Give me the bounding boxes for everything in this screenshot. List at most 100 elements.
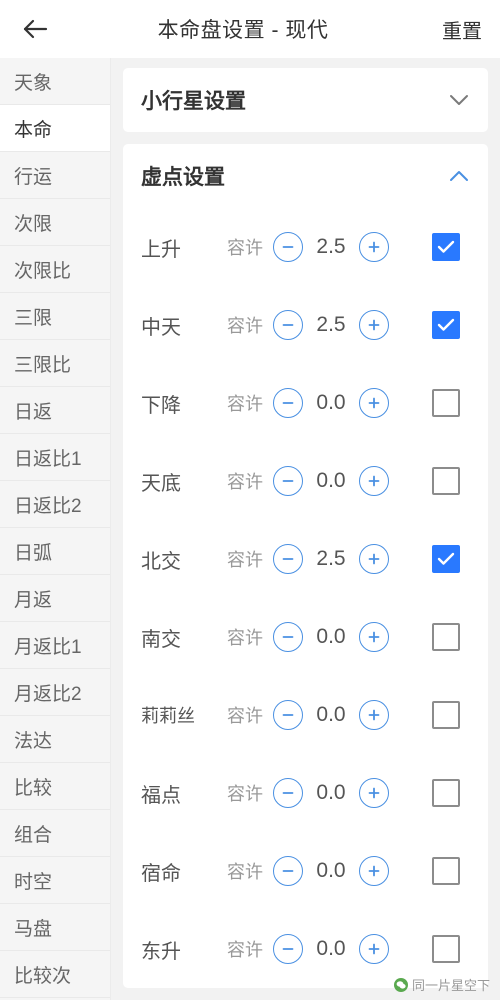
setting-row-label: 北交 [141,550,181,573]
sidebar-item[interactable]: 本命 [0,105,110,152]
enable-checkbox[interactable] [432,623,460,651]
orb-value: 0.0 [316,937,346,960]
enable-checkbox[interactable] [432,857,460,885]
orb-label: 容许 [227,394,263,414]
sidebar-item-label: 马盘 [14,918,53,940]
orb-label: 容许 [227,628,263,648]
sidebar-item[interactable]: 三限 [0,293,110,340]
sidebar-item-label: 时空 [14,871,53,893]
sidebar-item[interactable]: 三限比 [0,340,110,387]
setting-row: 上升 容许 2.5 [123,208,488,286]
decrement-button[interactable] [273,544,303,574]
increment-button[interactable] [359,622,389,652]
increment-button[interactable] [359,544,389,574]
orb-value: 0.0 [316,469,346,492]
card-header[interactable]: 虚点设置 [123,144,488,208]
setting-row: 福点 容许 0.0 [123,754,488,832]
sidebar-item[interactable]: 法达 [0,716,110,763]
sidebar-item[interactable]: 次限比 [0,246,110,293]
setting-row-label: 东升 [141,940,181,963]
enable-checkbox[interactable] [432,233,460,261]
orb-label: 容许 [227,316,263,336]
decrement-button[interactable] [273,856,303,886]
enable-checkbox[interactable] [432,701,460,729]
orb-value: 2.5 [316,235,346,258]
setting-row: 南交 容许 0.0 [123,598,488,676]
enable-checkbox[interactable] [432,311,460,339]
setting-row-label: 莉莉丝 [141,706,195,726]
decrement-button[interactable] [273,310,303,340]
page-title: 本命盘设置 - 现代 [157,19,329,42]
decrement-button[interactable] [273,700,303,730]
increment-button[interactable] [359,232,389,262]
sidebar-item[interactable]: 月返比1 [0,622,110,669]
sidebar-item-label: 本命 [14,119,53,141]
increment-button[interactable] [359,934,389,964]
setting-row: 北交 容许 2.5 [123,520,488,598]
chevron-up-icon[interactable] [448,165,470,187]
watermark-text: 同一片星空下 [411,978,490,993]
sidebar-item[interactable]: 月返 [0,575,110,622]
orb-value: 0.0 [316,625,346,648]
sidebar-item[interactable]: 时空 [0,857,110,904]
setting-row: 莉莉丝 容许 0.0 [123,676,488,754]
sidebar-item-label: 日返比2 [14,495,82,517]
card-header[interactable]: 小行星设置 [123,68,488,132]
increment-button[interactable] [359,700,389,730]
setting-row-label: 上升 [141,238,181,261]
enable-checkbox[interactable] [432,545,460,573]
decrement-button[interactable] [273,232,303,262]
orb-value: 0.0 [316,391,346,414]
increment-button[interactable] [359,778,389,808]
setting-row: 宿命 容许 0.0 [123,832,488,910]
sidebar-item-label: 比较 [14,777,53,799]
orb-label: 容许 [227,550,263,570]
sidebar-item[interactable]: 月返比2 [0,669,110,716]
enable-checkbox[interactable] [432,467,460,495]
card-title: 虚点设置 [141,166,225,189]
sidebar-item-label: 日返 [14,401,53,423]
sidebar-item[interactable]: 比较次 [0,951,110,998]
enable-checkbox[interactable] [432,779,460,807]
setting-row-label: 天底 [141,472,181,495]
increment-button[interactable] [359,466,389,496]
sidebar-item[interactable]: 日弧 [0,528,110,575]
decrement-button[interactable] [273,934,303,964]
card-title: 小行星设置 [141,90,246,113]
sidebar-item[interactable]: 组合 [0,810,110,857]
sidebar-item-label: 月返比1 [14,636,82,658]
sidebar-item-label: 天象 [14,72,53,94]
increment-button[interactable] [359,388,389,418]
sidebar-item[interactable]: 马盘 [0,904,110,951]
decrement-button[interactable] [273,388,303,418]
setting-row-label: 福点 [141,784,181,807]
reset-button[interactable]: 重置 [434,15,482,44]
sidebar-item[interactable]: 次限 [0,199,110,246]
sidebar-item[interactable]: 比较 [0,763,110,810]
decrement-button[interactable] [273,466,303,496]
back-button[interactable] [18,12,52,46]
orb-value: 0.0 [316,703,346,726]
orb-label: 容许 [227,472,263,492]
orb-value: 2.5 [316,313,346,336]
decrement-button[interactable] [273,778,303,808]
sidebar-item[interactable]: 天象 [0,58,110,105]
orb-value: 0.0 [316,781,346,804]
sidebar-item[interactable]: 日返比2 [0,481,110,528]
sidebar[interactable]: 天象本命行运 次限 次限比 三限 三限比日返日返比1 日返比2 日弧月返月返比1 月返比2 法达… [0,58,111,1000]
sidebar-item[interactable]: 行运 [0,152,110,199]
app-header: 本命盘设置 - 现代 重置 [0,0,500,58]
page-body: 天象本命行运 次限 次限比 三限 三限比日返日返比1 日返比2 日弧月返月返比1 月返比2 法达… [0,58,500,1000]
decrement-button[interactable] [273,622,303,652]
enable-checkbox[interactable] [432,935,460,963]
chevron-down-icon[interactable] [448,89,470,111]
sidebar-item[interactable]: 日返 [0,387,110,434]
settings-card: 虚点设置 上升 容许 2.5 中天 容许 2.5 下降 容许 0.0 天底 容许 0.0 北交 容许 2.5 南… [123,144,488,988]
sidebar-item[interactable]: 日返比1 [0,434,110,481]
setting-row: 下降 容许 0.0 [123,364,488,442]
sidebar-item-label: 月返 [14,589,53,611]
increment-button[interactable] [359,856,389,886]
increment-button[interactable] [359,310,389,340]
enable-checkbox[interactable] [432,389,460,417]
orb-label: 容许 [227,238,263,258]
